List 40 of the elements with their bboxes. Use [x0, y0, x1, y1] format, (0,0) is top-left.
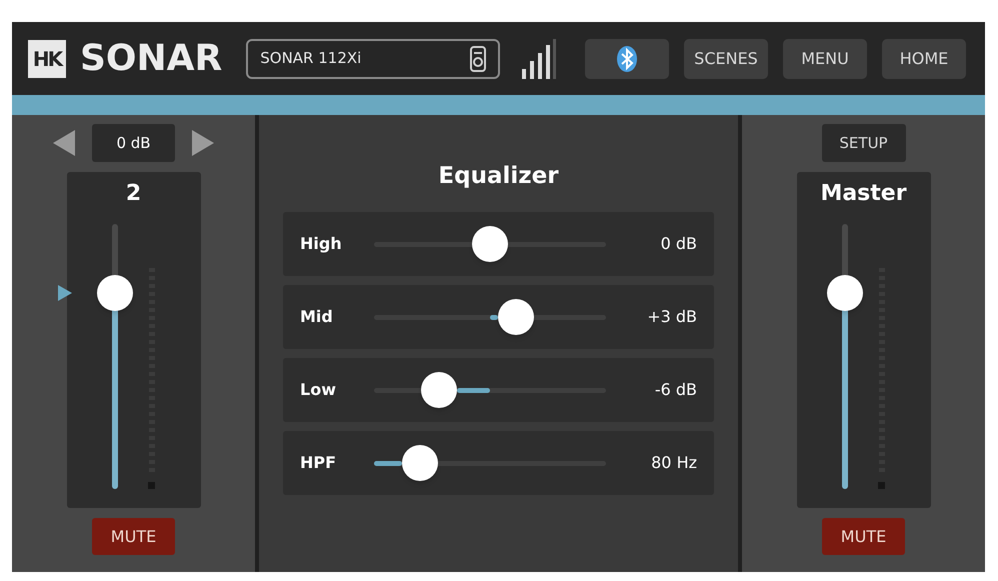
device-name: SONAR 112Xi — [260, 48, 362, 70]
nav-button[interactable]: SCENES — [684, 38, 768, 78]
mute-button[interactable]: MUTE — [822, 518, 905, 555]
unity-marker-icon — [58, 284, 72, 301]
band-label: Mid — [300, 306, 334, 328]
nav-button[interactable]: HOME — [882, 38, 966, 78]
eq-slider-thumb[interactable] — [402, 444, 438, 480]
eq-slider-thumb[interactable] — [420, 372, 457, 408]
band-value: +3 dB — [646, 306, 697, 328]
equalizer-title: Equalizer — [437, 162, 560, 191]
eq-slider-thumb[interactable] — [472, 226, 508, 262]
slider-fill — [456, 388, 490, 392]
slider-fill — [374, 460, 402, 466]
previous-button[interactable] — [52, 129, 76, 157]
band-label: HPF — [300, 452, 338, 474]
signal-icon — [522, 38, 556, 78]
slider-fill — [490, 314, 498, 320]
bluetooth-icon — [616, 44, 638, 72]
setup-button[interactable]: SETUP — [822, 124, 906, 162]
next-button[interactable] — [191, 129, 215, 157]
bluetooth-button[interactable] — [585, 38, 669, 78]
nav-button[interactable]: MENU — [783, 38, 867, 78]
band-value: -6 dB — [654, 378, 697, 400]
mute-button[interactable]: MUTE — [92, 518, 175, 555]
channel-name: Master — [820, 180, 907, 208]
eq-slider-thumb[interactable] — [498, 298, 534, 334]
fader-thumb[interactable] — [96, 274, 132, 311]
fader-thumb[interactable] — [826, 274, 862, 311]
gain-display: 0 dB — [92, 124, 175, 162]
band-label: Low — [300, 378, 337, 400]
device-selector[interactable]: SONAR 112Xi — [246, 38, 500, 78]
brand-title: SONAR — [80, 40, 222, 76]
band-value: 0 dB — [660, 232, 697, 254]
left-triangle-icon — [53, 130, 75, 156]
band-value: 80 Hz — [650, 452, 697, 474]
channel-name: 2 — [126, 180, 142, 208]
right-triangle-icon — [192, 130, 214, 156]
speaker-icon — [470, 46, 486, 72]
band-label: High — [300, 232, 343, 254]
logo: HK — [28, 40, 66, 78]
